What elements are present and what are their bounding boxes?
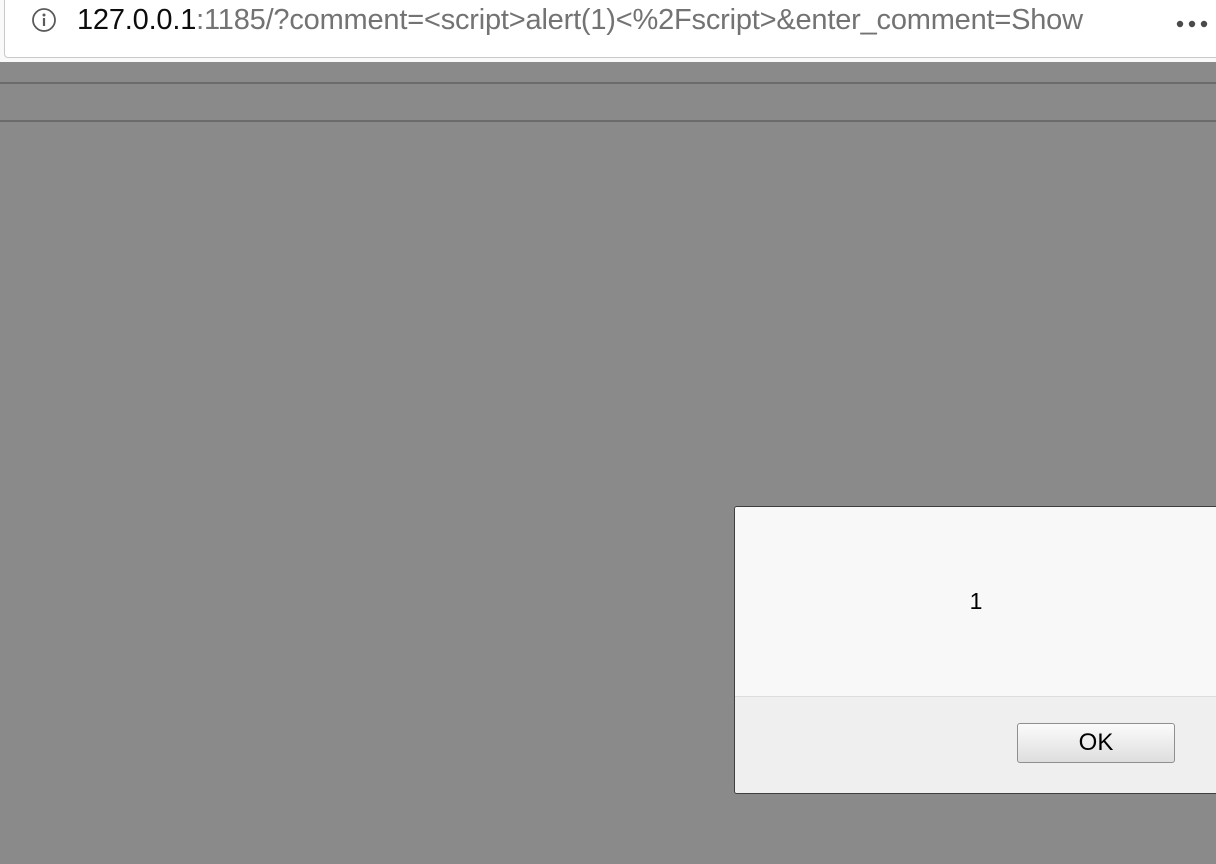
- url-text[interactable]: 127.0.0.1:1185/?comment=<script>alert(1)…: [77, 3, 1083, 37]
- info-circle-icon[interactable]: [31, 7, 57, 33]
- alert-message: 1: [969, 588, 983, 614]
- page-divider: [0, 120, 1216, 122]
- ellipsis-icon[interactable]: [1174, 14, 1210, 34]
- address-bar[interactable]: 127.0.0.1:1185/?comment=<script>alert(1)…: [4, 0, 1216, 58]
- page-divider: [0, 82, 1216, 84]
- url-path: :1185/?comment=<script>alert(1)<%2Fscrip…: [196, 4, 1083, 36]
- alert-dialog: 1 OK: [734, 506, 1216, 794]
- alert-footer: OK: [735, 696, 1216, 793]
- url-host: 127.0.0.1: [77, 4, 197, 36]
- browser-toolbar: 127.0.0.1:1185/?comment=<script>alert(1)…: [0, 0, 1216, 62]
- alert-body: 1: [735, 507, 1216, 696]
- ok-button[interactable]: OK: [1017, 723, 1175, 763]
